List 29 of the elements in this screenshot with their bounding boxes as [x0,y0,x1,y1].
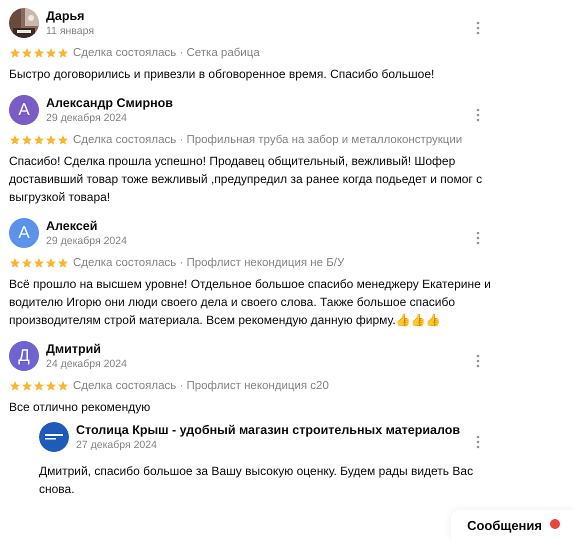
reply-text: Дмитрий, спасибо большое за Вашу высокую оценку. Будем рады видеть Вас снова. [39,463,474,498]
avatar: А [9,218,39,248]
more-icon[interactable] [476,435,480,449]
avatar: А [9,95,39,125]
author-name: Александр Смирнов [46,95,174,111]
review-text: Быстро договорились и привезли в обговоренное время. Спасибо большое! [9,66,436,83]
company-logo-icon [39,422,69,452]
more-icon[interactable] [476,21,480,35]
review-date: 29 декабря 2024 [46,234,128,248]
deal-info: Сделка состоялась · Профлист некондиция не Б/У [73,257,344,269]
review-text: Спасибо! Сделка прошла успешно! Продавец общительный, вежливый! Шофер доставивший товар тоже вежливый ,предупредил за ранее когда подьедет и помог с выгрузкой товара! [9,153,484,206]
reply-date: 27 декабря 2024 [76,438,158,452]
review-date: 29 декабря 2024 [46,111,128,125]
avatar: Д [9,341,39,371]
more-icon[interactable] [476,231,480,245]
author-name: Дмитрий [46,341,102,357]
more-icon[interactable] [476,354,480,368]
review-text: Всё прошло на высшем уровне! Отдельное большое спасибо менеджеру Екатерине и водителю Игорю они люди своего дела и своего слова. Также большое спасибо производителям строй материала. Всем рекомендую данную фирму.👍👍👍 [9,276,492,329]
deal-info: Сделка состоялась · Сетка рабица [73,47,260,59]
author-name: Алексей [46,218,98,234]
more-icon[interactable] [476,108,480,122]
review-date: 24 декабря 2024 [46,357,128,371]
author-name: Столица Крыш - удобный магазин строительных материалов [76,422,462,438]
messages-button[interactable]: Сообщения [451,510,574,540]
review-text: Все отлично рекомендую [9,399,152,416]
review-date: 11 января [46,24,96,38]
deal-info: Сделка состоялась · Профлист некондиция с20 [73,380,329,392]
deal-info: Сделка состоялась · Профильная труба на забор и металлоконструкции [73,134,462,146]
author-name: Дарья [46,8,86,24]
